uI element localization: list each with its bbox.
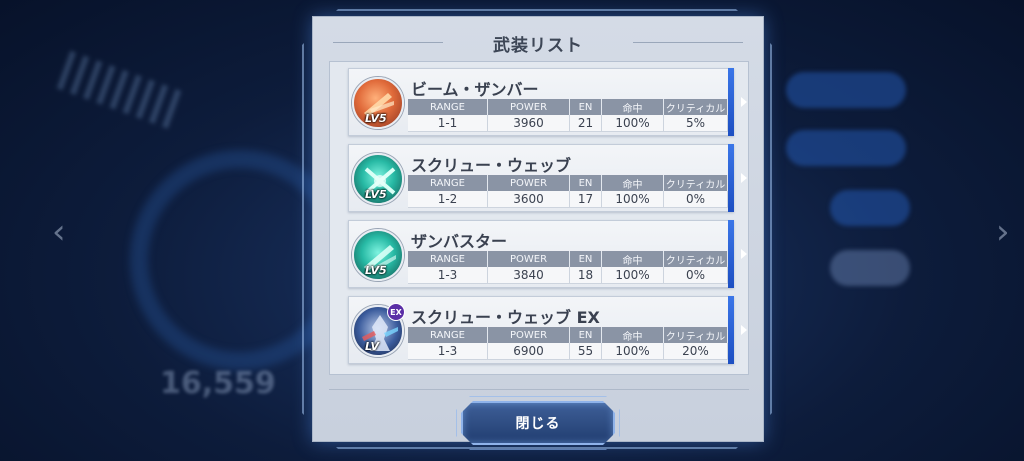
range-value: 1-2 — [408, 191, 488, 208]
weapon-card[interactable]: LV5 スクリュー・ウェッブ RANGE POWER EN 命中 クリティカル … — [348, 144, 747, 212]
critical-header: クリティカル — [664, 175, 728, 191]
weapon-name: ビーム・ザンバー — [411, 80, 539, 99]
weapon-level: LV5 — [365, 112, 387, 125]
background-pill — [786, 72, 906, 108]
weapon-level: LV5 — [365, 188, 387, 201]
card-accent — [728, 68, 734, 136]
weapon-level: LV — [365, 340, 380, 353]
weapon-list-dialog: 武装リスト LV5 ビーム・ザンバー RANGE POWER EN 命中 クリテ… — [312, 16, 764, 442]
range-value: 1-3 — [408, 343, 488, 360]
critical-value: 0% — [664, 267, 728, 284]
hit-value: 100% — [602, 343, 664, 360]
weapon-stats: RANGE POWER EN 命中 クリティカル 1-1 3960 21 100… — [408, 99, 728, 133]
chevron-left-icon: ‹ — [52, 212, 66, 252]
power-header: POWER — [488, 99, 570, 115]
power-value: 3840 — [488, 267, 570, 284]
power-value: 6900 — [488, 343, 570, 360]
screw-web-icon: LV5 — [352, 153, 404, 205]
card-accent — [728, 296, 734, 364]
chevron-right-icon — [741, 325, 747, 335]
background-number: 16,559 — [160, 366, 276, 401]
weapon-card[interactable]: LV5 ザンバスター RANGE POWER EN 命中 クリティカル 1-3 … — [348, 220, 747, 288]
weapon-card[interactable]: LV5 ビーム・ザンバー RANGE POWER EN 命中 クリティカル 1-… — [348, 68, 747, 136]
weapon-level: LV5 — [365, 264, 387, 277]
beam-saber-icon: LV5 — [352, 77, 404, 129]
range-header: RANGE — [408, 99, 488, 115]
weapon-list: LV5 ビーム・ザンバー RANGE POWER EN 命中 クリティカル 1-… — [329, 61, 749, 375]
range-header: RANGE — [408, 251, 488, 267]
background-pill — [786, 130, 906, 166]
weapon-name: ザンバスター — [411, 232, 508, 251]
power-header: POWER — [488, 175, 570, 191]
card-accent — [728, 144, 734, 212]
background-pill — [830, 250, 910, 286]
hit-header: 命中 — [602, 327, 664, 343]
critical-header: クリティカル — [664, 327, 728, 343]
hit-header: 命中 — [602, 99, 664, 115]
chevron-right-icon — [741, 249, 747, 259]
hit-header: 命中 — [602, 175, 664, 191]
en-header: EN — [570, 99, 602, 115]
en-value: 18 — [570, 267, 602, 284]
range-header: RANGE — [408, 327, 488, 343]
en-value: 17 — [570, 191, 602, 208]
en-header: EN — [570, 327, 602, 343]
critical-header: クリティカル — [664, 99, 728, 115]
hit-value: 100% — [602, 115, 664, 132]
weapon-name: スクリュー・ウェッブ EX — [411, 308, 600, 327]
dialog-title: 武装リスト — [493, 35, 583, 56]
en-value: 21 — [570, 115, 602, 132]
critical-value: 0% — [664, 191, 728, 208]
hit-header: 命中 — [602, 251, 664, 267]
power-header: POWER — [488, 251, 570, 267]
background-decoration — [56, 50, 184, 130]
range-value: 1-3 — [408, 267, 488, 284]
critical-header: クリティカル — [664, 251, 728, 267]
weapon-stats: RANGE POWER EN 命中 クリティカル 1-2 3600 17 100… — [408, 175, 728, 209]
critical-value: 20% — [664, 343, 728, 360]
chevron-right-icon: › — [996, 212, 1010, 252]
weapon-card[interactable]: LV EX スクリュー・ウェッブ EX RANGE POWER EN 命中 クリ… — [348, 296, 747, 364]
power-header: POWER — [488, 327, 570, 343]
en-header: EN — [570, 175, 602, 191]
weapon-stats: RANGE POWER EN 命中 クリティカル 1-3 3840 18 100… — [408, 251, 728, 285]
power-value: 3600 — [488, 191, 570, 208]
power-value: 3960 — [488, 115, 570, 132]
ex-badge: EX — [387, 303, 405, 321]
close-button[interactable]: 閉じる — [461, 401, 615, 445]
en-value: 55 — [570, 343, 602, 360]
card-accent — [728, 220, 734, 288]
en-header: EN — [570, 251, 602, 267]
divider — [329, 389, 749, 390]
hit-value: 100% — [602, 191, 664, 208]
weapon-name: スクリュー・ウェッブ — [411, 156, 572, 175]
chevron-right-icon — [741, 173, 747, 183]
dialog-title-bar: 武装リスト — [313, 25, 763, 61]
background-pill — [830, 190, 910, 226]
range-header: RANGE — [408, 175, 488, 191]
weapon-stats: RANGE POWER EN 命中 クリティカル 1-3 6900 55 100… — [408, 327, 728, 361]
hit-value: 100% — [602, 267, 664, 284]
zanbuster-icon: LV5 — [352, 229, 404, 281]
critical-value: 5% — [664, 115, 728, 132]
chevron-right-icon — [741, 97, 747, 107]
range-value: 1-1 — [408, 115, 488, 132]
